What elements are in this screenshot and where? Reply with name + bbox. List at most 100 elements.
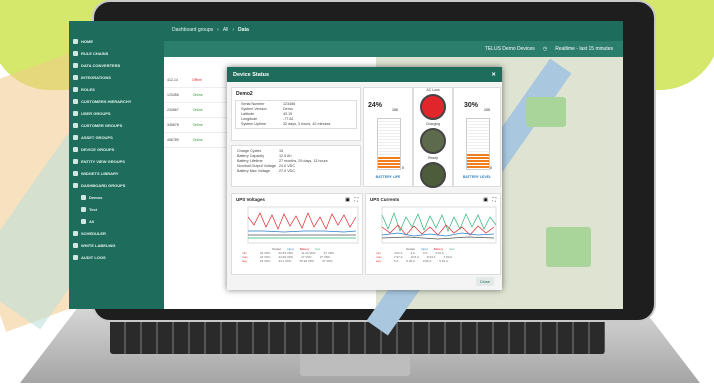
sidebar-item[interactable]: AUDIT LOGS bbox=[69, 251, 165, 263]
battery-level-bar bbox=[466, 118, 490, 170]
sidebar-item[interactable]: ASSET GROUPS bbox=[69, 131, 165, 143]
sidebar-item[interactable]: ROLES bbox=[69, 83, 165, 95]
status-lamp-icon bbox=[420, 128, 446, 154]
sidebar-item[interactable]: Demos bbox=[69, 191, 165, 203]
map-park bbox=[526, 97, 566, 127]
sidebar-item-label: DATA CONVERTERS bbox=[81, 62, 121, 68]
row-id: 234567 bbox=[167, 108, 179, 112]
download-icon[interactable]: ▣ bbox=[345, 197, 350, 203]
status-lamp-icon bbox=[420, 94, 446, 120]
fullscreen-icon[interactable]: ⛶ bbox=[354, 197, 358, 203]
sidebar-item-label: HOME bbox=[81, 38, 93, 44]
device-status-dialog: Device Status ✕ Demo2 Serial Number 12345… bbox=[227, 67, 502, 290]
lamp-label: Charging bbox=[425, 122, 441, 126]
sidebar-item-label: ENTITY VIEW GROUPS bbox=[81, 158, 125, 164]
sidebar: HOME RULE CHAINS DATA CONVERTERS INTEGRATIO… bbox=[69, 21, 165, 309]
currents-plot bbox=[381, 206, 497, 244]
battery-life-fill bbox=[378, 157, 400, 169]
stat-value: 3.01 A bbox=[435, 251, 444, 255]
download-icon[interactable]: ▣ bbox=[483, 197, 488, 203]
sidebar-item[interactable]: Test bbox=[69, 203, 165, 215]
dashboard-groups-link[interactable]: Dashboard groups bbox=[172, 27, 213, 33]
laptop-trackpad bbox=[300, 354, 410, 376]
stat-label: avg bbox=[242, 259, 247, 263]
row-status: Online bbox=[192, 123, 203, 127]
battery-life-label: BATTERY LIFE bbox=[375, 175, 401, 179]
close-icon[interactable]: ✕ bbox=[491, 72, 496, 78]
sidebar-item[interactable]: SCHEDULER bbox=[69, 227, 165, 239]
sidebar-item[interactable]: All bbox=[69, 215, 165, 227]
clock-icon: ◷ bbox=[542, 46, 548, 52]
device-info-card: Demo2 Serial Number 123456 System Version D… bbox=[231, 87, 361, 141]
sidebar-item[interactable]: INTEGRATIONS bbox=[69, 71, 165, 83]
device-selector[interactable]: TELUS Demo Devices bbox=[485, 46, 535, 52]
sidebar-item-label: Demos bbox=[89, 194, 103, 200]
lamp-label: Ready bbox=[427, 156, 439, 160]
sidebar-item[interactable]: DASHBOARD GROUPS bbox=[69, 179, 165, 191]
row-id: 456789 bbox=[167, 138, 179, 142]
dialog-header: Device Status ✕ bbox=[227, 67, 502, 82]
menu-item-icon bbox=[81, 206, 86, 212]
sidebar-item[interactable]: RULE CHAINS bbox=[69, 47, 165, 59]
sidebar-item[interactable]: USER GROUPS bbox=[69, 107, 165, 119]
voltages-plot bbox=[247, 206, 359, 244]
stat-value: 20.94 VDC bbox=[299, 259, 315, 263]
menu-item-icon bbox=[81, 194, 86, 200]
menu-item-icon bbox=[73, 146, 78, 152]
sidebar-item[interactable]: HOME bbox=[69, 35, 165, 47]
row-status: Online bbox=[192, 93, 203, 97]
device-name: Demo2 bbox=[236, 91, 253, 97]
row-id: 123456 bbox=[167, 93, 179, 97]
stat-value: 5 A bbox=[394, 259, 399, 263]
sidebar-item[interactable]: DATA CONVERTERS bbox=[69, 59, 165, 71]
battery-life-min: 0 bbox=[402, 166, 404, 170]
data-link[interactable]: Data bbox=[238, 27, 249, 33]
chart-title: UPS Currents bbox=[370, 197, 400, 202]
chart-title: UPS Voltages bbox=[236, 197, 265, 202]
sidebar-item[interactable]: DEVICE GROUPS bbox=[69, 143, 165, 155]
stat-value: 24 VDC bbox=[260, 259, 271, 263]
chevron-right-icon: › bbox=[232, 27, 235, 33]
row-status: Online bbox=[192, 138, 203, 142]
sidebar-item-label: ROLES bbox=[81, 86, 95, 92]
menu-item-icon bbox=[73, 182, 78, 188]
stat-value: 3.95 A bbox=[422, 259, 432, 263]
menu-item-icon bbox=[73, 230, 78, 236]
sidebar-item-label: AUDIT LOGS bbox=[81, 254, 106, 260]
stat-row: avg 24 VDC 24.1 VDC 20.94 VDC 27 VDC bbox=[232, 259, 362, 263]
top-bar: Dashboard groups › All › Data bbox=[164, 21, 623, 41]
menu-item-icon bbox=[73, 254, 78, 260]
battery-level-percent: 30% bbox=[464, 102, 479, 109]
stat-label: avg bbox=[376, 259, 381, 263]
sidebar-item[interactable]: WIDGETS LIBRARY bbox=[69, 167, 165, 179]
status-lamp-icon bbox=[420, 162, 446, 188]
sidebar-item-label: RULE CHAINS bbox=[81, 50, 109, 56]
legend-item: Aux bbox=[449, 247, 455, 251]
menu-item-icon bbox=[81, 218, 86, 224]
menu-item-icon bbox=[73, 98, 78, 104]
sidebar-item[interactable]: WHITE LABELING bbox=[69, 239, 165, 251]
sidebar-item[interactable]: CUSTOMER GROUPS bbox=[69, 119, 165, 131]
fullscreen-icon[interactable]: ⛶ bbox=[492, 197, 496, 203]
timewindow-selector[interactable]: Realtime - last 15 minutes bbox=[555, 46, 613, 52]
info-value: 32 days, 3 hours, 42 minutes bbox=[283, 122, 331, 126]
sidebar-item-label: Test bbox=[89, 206, 97, 212]
menu-item-icon bbox=[73, 38, 78, 44]
close-button[interactable]: Close bbox=[475, 277, 494, 286]
sidebar-item-label: All bbox=[89, 218, 95, 224]
sidebar-item-label: WIDGETS LIBRARY bbox=[81, 170, 119, 176]
menu-item-icon bbox=[73, 74, 78, 80]
stat-value: 24.1 VDC bbox=[278, 259, 292, 263]
info-value: 27.0 VDC bbox=[279, 169, 295, 173]
sidebar-item-label: ASSET GROUPS bbox=[81, 134, 113, 140]
sidebar-item-label: WHITE LABELING bbox=[81, 242, 116, 248]
menu-item-icon bbox=[73, 122, 78, 128]
battery-info-card: Charge Cycles 15 Battery Capacity 12.0 Ah Ba… bbox=[231, 145, 361, 187]
battery-life-max: 100 bbox=[392, 108, 398, 112]
sidebar-item-label: SCHEDULER bbox=[81, 230, 106, 236]
battery-life-gauge: 24% 100 0 BATTERY LIFE bbox=[363, 87, 413, 187]
sidebar-item[interactable]: ENTITY VIEW GROUPS bbox=[69, 155, 165, 167]
dashboard-toolbar: TELUS Demo Devices ◷ Realtime - last 15 … bbox=[164, 41, 623, 57]
all-link[interactable]: All bbox=[223, 27, 229, 33]
sidebar-item[interactable]: CUSTOMERS HIERARCHY bbox=[69, 95, 165, 107]
